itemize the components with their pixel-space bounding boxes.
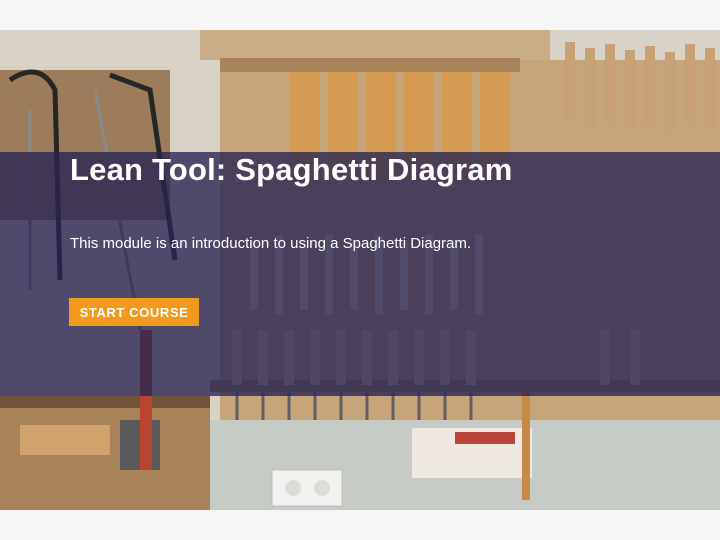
banner-overlay [0, 152, 720, 396]
course-description: This module is an introduction to using … [70, 235, 472, 252]
hero-banner [0, 30, 720, 510]
start-course-button[interactable]: START COURSE [69, 298, 199, 326]
course-title: Lean Tool: Spaghetti Diagram [70, 152, 513, 187]
course-landing-page: Lean Tool: Spaghetti Diagram This module… [0, 0, 720, 540]
